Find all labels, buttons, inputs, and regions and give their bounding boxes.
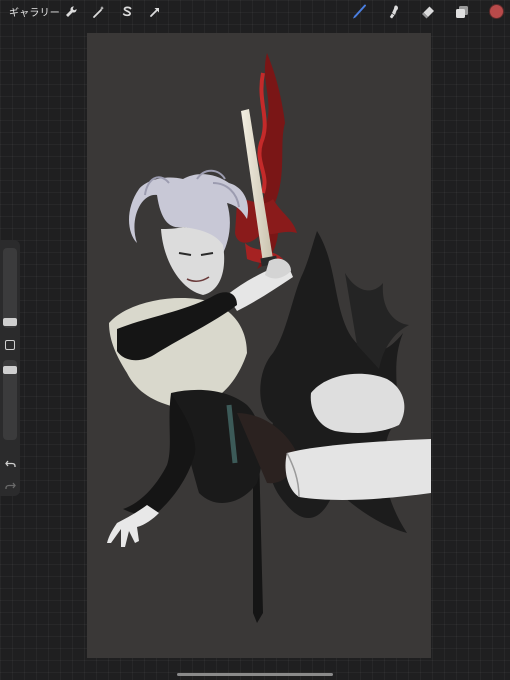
artwork-illustration	[107, 53, 431, 623]
selection-icon[interactable]	[117, 2, 137, 22]
procreate-app: ギャラリー	[0, 0, 510, 680]
modify-button[interactable]	[5, 340, 15, 350]
opacity-slider[interactable]	[3, 360, 17, 440]
sidebar-panel	[0, 240, 20, 496]
top-toolbar: ギャラリー	[0, 0, 510, 24]
eraser-icon[interactable]	[418, 2, 438, 22]
wrench-icon[interactable]	[61, 2, 81, 22]
layers-icon[interactable]	[452, 2, 472, 22]
opacity-thumb[interactable]	[3, 366, 17, 374]
magic-wand-icon[interactable]	[89, 2, 109, 22]
drawing-canvas[interactable]	[87, 33, 431, 658]
brush-size-slider[interactable]	[3, 248, 17, 328]
transform-arrow-icon[interactable]	[145, 2, 165, 22]
color-picker-button[interactable]	[489, 4, 504, 19]
smudge-icon[interactable]	[384, 2, 404, 22]
gallery-button[interactable]: ギャラリー	[9, 4, 60, 19]
brush-icon[interactable]	[349, 2, 369, 22]
home-indicator[interactable]	[177, 673, 333, 676]
brush-size-thumb[interactable]	[3, 318, 17, 326]
undo-icon[interactable]	[3, 458, 17, 470]
redo-icon[interactable]	[3, 480, 17, 492]
